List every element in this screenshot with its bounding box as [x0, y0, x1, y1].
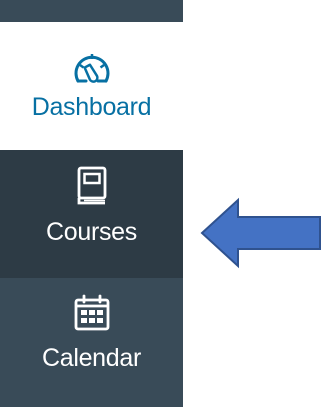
nav-item-label: Calendar	[41, 344, 142, 372]
dashboard-icon	[74, 54, 109, 83]
calendar-icon	[74, 294, 109, 331]
nav-item-courses[interactable]: Courses	[0, 150, 183, 278]
nav-item-calendar[interactable]: Calendar	[0, 278, 183, 407]
nav-item-label: Dashboard	[31, 93, 152, 121]
nav-item-dashboard[interactable]: Dashboard	[0, 22, 183, 150]
nav-item-label: Courses	[46, 218, 137, 246]
book-icon	[77, 166, 106, 205]
arrow-left-icon	[200, 197, 321, 269]
global-nav-top-bar	[0, 0, 183, 22]
